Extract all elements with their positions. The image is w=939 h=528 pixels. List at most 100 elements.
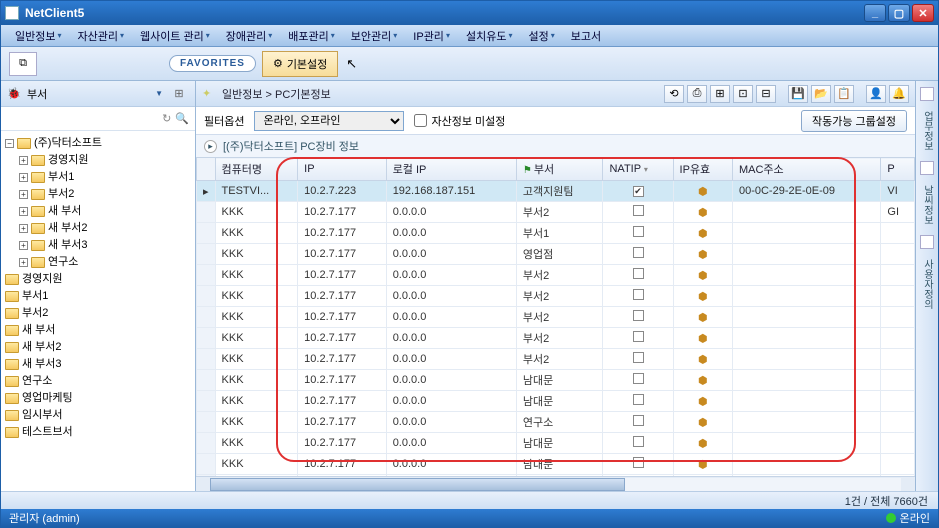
- table-row[interactable]: KKK10.2.7.1770.0.0.0부서2⬢: [197, 349, 915, 370]
- breadcrumb: 일반정보 > PC기본정보: [222, 86, 658, 102]
- title-bar: NetClient5 _ ▢ ✕: [1, 1, 938, 25]
- tree-node[interactable]: +새 부서: [19, 203, 193, 220]
- dropdown-icon[interactable]: ▼: [155, 89, 163, 98]
- online-icon: [886, 513, 896, 523]
- org-chart-icon[interactable]: ⧉: [9, 52, 37, 76]
- org-tree[interactable]: −(주)닥터소프트+경영지원+부서1+부서2+새 부서+새 부서2+새 부서3+…: [1, 131, 195, 491]
- toolbar-icon-3[interactable]: ⊡: [733, 85, 753, 103]
- tree-node-flat[interactable]: 임시부서: [3, 407, 193, 424]
- menu-bar: 일반정보▾자산관리▾웹사이트 관리▾장애관리▾배포관리▾보안관리▾IP관리▾설치…: [1, 25, 938, 47]
- rail-icon-2[interactable]: [920, 235, 934, 249]
- col-3[interactable]: ⚑부서: [516, 158, 603, 181]
- tree-node-flat[interactable]: 테스트브서: [3, 424, 193, 441]
- rail-item-1[interactable]: 날씨정보: [920, 181, 935, 229]
- toolbar-icon-2[interactable]: ⊞: [710, 85, 730, 103]
- table-row[interactable]: KKK10.2.7.1770.0.0.0남대문⬢: [197, 391, 915, 412]
- menu-7[interactable]: 설치유도▾: [458, 25, 521, 47]
- menu-9[interactable]: 보고서: [563, 25, 609, 47]
- tree-node[interactable]: +부서2: [19, 186, 193, 203]
- tree-node-flat[interactable]: 새 부서: [3, 322, 193, 339]
- window-title: NetClient5: [25, 6, 864, 20]
- tab-basic-settings[interactable]: ⚙ 기본설정: [262, 51, 338, 77]
- tree-node[interactable]: +새 부서3: [19, 237, 193, 254]
- tree-node-flat[interactable]: 새 부서2: [3, 339, 193, 356]
- table-row[interactable]: KKK10.2.7.1770.0.0.0남대문⬢: [197, 454, 915, 475]
- row-selector-col: [197, 158, 216, 181]
- table-row[interactable]: KKK10.2.7.1770.0.0.0부서1⬢: [197, 223, 915, 244]
- expand-icon[interactable]: ▸: [204, 140, 217, 153]
- tree-node[interactable]: +연구소: [19, 254, 193, 271]
- content-toolbar: ✦ 일반정보 > PC기본정보 ⟲⎙⊞⊡⊟💾📂📋👤🔔: [196, 81, 915, 107]
- tree-node-flat[interactable]: 부서2: [3, 305, 193, 322]
- menu-6[interactable]: IP관리▾: [405, 25, 458, 47]
- table-row[interactable]: KKK10.2.7.1770.0.0.0부서2⬢: [197, 265, 915, 286]
- maximize-button[interactable]: ▢: [888, 4, 910, 22]
- rail-icon-1[interactable]: [920, 161, 934, 175]
- tree-node-flat[interactable]: 새 부서3: [3, 356, 193, 373]
- table-row[interactable]: KKK10.2.7.1770.0.0.0부서2⬢: [197, 307, 915, 328]
- toolbar-icon-6[interactable]: 💾: [788, 85, 808, 103]
- toolbar-icon-7[interactable]: 📂: [811, 85, 831, 103]
- toolbar-icon-4[interactable]: ⊟: [756, 85, 776, 103]
- rail-icon-0[interactable]: [920, 87, 934, 101]
- tree-mode-icon[interactable]: ⊞: [169, 87, 189, 100]
- menu-8[interactable]: 설정▾: [520, 25, 562, 47]
- right-rail: 업무정보날씨정보사용자정의: [915, 81, 938, 491]
- tree-node-flat[interactable]: 영업마케팅: [3, 390, 193, 407]
- tab-icon: ⚙: [273, 57, 283, 70]
- tree-node[interactable]: +새 부서2: [19, 220, 193, 237]
- minimize-button[interactable]: _: [864, 4, 886, 22]
- close-button[interactable]: ✕: [912, 4, 934, 22]
- table-row[interactable]: KKK10.2.7.1770.0.0.0부서2⬢: [197, 286, 915, 307]
- toolbar-icon-1[interactable]: ⎙: [687, 85, 707, 103]
- menu-3[interactable]: 장애관리▾: [218, 25, 281, 47]
- rail-item-0[interactable]: 업무정보: [920, 107, 935, 155]
- tree-node[interactable]: +경영지원: [19, 152, 193, 169]
- table-row[interactable]: KKK10.2.7.1770.0.0.0부서2⬢: [197, 328, 915, 349]
- tree-node-flat[interactable]: 연구소: [3, 373, 193, 390]
- toolbar-icon-11[interactable]: 🔔: [889, 85, 909, 103]
- asset-unset-checkbox[interactable]: 자산정보 미설정: [414, 113, 505, 129]
- col-4[interactable]: NATIP ▾: [603, 158, 673, 181]
- col-0[interactable]: 컴퓨터명: [215, 158, 298, 181]
- asset-unset-input[interactable]: [414, 114, 427, 127]
- col-1[interactable]: IP: [298, 158, 387, 181]
- menu-5[interactable]: 보안관리▾: [343, 25, 406, 47]
- content-area: ✦ 일반정보 > PC기본정보 ⟲⎙⊞⊡⊟💾📂📋👤🔔 필터옵션 온라인, 오프라…: [196, 81, 915, 491]
- tree-root[interactable]: −(주)닥터소프트: [5, 135, 193, 152]
- filter-row: 필터옵션 온라인, 오프라인 자산정보 미설정 작동가능 그룹설정: [196, 107, 915, 135]
- table-row[interactable]: ▸TESTVI...10.2.7.223192.168.187.151고객지원팀…: [197, 181, 915, 202]
- col-2[interactable]: 로컬 IP: [386, 158, 516, 181]
- tree-node-flat[interactable]: 부서1: [3, 288, 193, 305]
- refresh-icon[interactable]: ↻: [162, 112, 171, 125]
- menu-1[interactable]: 자산관리▾: [70, 25, 133, 47]
- toolbar-icon-0[interactable]: ⟲: [664, 85, 684, 103]
- section-header: ▸ [(주)닥터소프트] PC장비 정보: [196, 135, 915, 157]
- menu-4[interactable]: 배포관리▾: [280, 25, 343, 47]
- search-icon[interactable]: 🔍: [175, 112, 189, 125]
- table-row[interactable]: KKK10.2.7.1770.0.0.0남대문⬢: [197, 475, 915, 477]
- pc-grid[interactable]: 컴퓨터명IP로컬 IP⚑부서NATIP ▾IP유효MAC주소P ▸TESTVI.…: [196, 157, 915, 476]
- toolbar-icon-8[interactable]: 📋: [834, 85, 854, 103]
- table-row[interactable]: KKK10.2.7.1770.0.0.0부서2⬢GI: [197, 202, 915, 223]
- status-count: 1건 / 전체 7660건: [1, 491, 938, 509]
- menu-2[interactable]: 웹사이트 관리▾: [132, 25, 218, 47]
- group-settings-button[interactable]: 작동가능 그룹설정: [801, 110, 907, 132]
- sidebar-title: 부서: [27, 86, 149, 102]
- table-row[interactable]: KKK10.2.7.1770.0.0.0영업점⬢: [197, 244, 915, 265]
- table-row[interactable]: KKK10.2.7.1770.0.0.0남대문⬢: [197, 370, 915, 391]
- rail-item-2[interactable]: 사용자정의: [920, 255, 935, 313]
- col-7[interactable]: P: [881, 158, 915, 181]
- table-row[interactable]: KKK10.2.7.1770.0.0.0연구소⬢: [197, 412, 915, 433]
- toolbar-icon-10[interactable]: 👤: [866, 85, 886, 103]
- horizontal-scrollbar[interactable]: [196, 476, 915, 491]
- table-row[interactable]: KKK10.2.7.1770.0.0.0남대문⬢: [197, 433, 915, 454]
- tree-node-flat[interactable]: 경영지원: [3, 271, 193, 288]
- menu-0[interactable]: 일반정보▾: [7, 25, 70, 47]
- tree-node[interactable]: +부서1: [19, 169, 193, 186]
- col-6[interactable]: MAC주소: [732, 158, 880, 181]
- favorites-button[interactable]: FAVORITES: [169, 55, 256, 72]
- col-5[interactable]: IP유효: [673, 158, 732, 181]
- filter-combo[interactable]: 온라인, 오프라인: [254, 111, 404, 131]
- sidebar-search-row: ↻ 🔍: [1, 107, 195, 131]
